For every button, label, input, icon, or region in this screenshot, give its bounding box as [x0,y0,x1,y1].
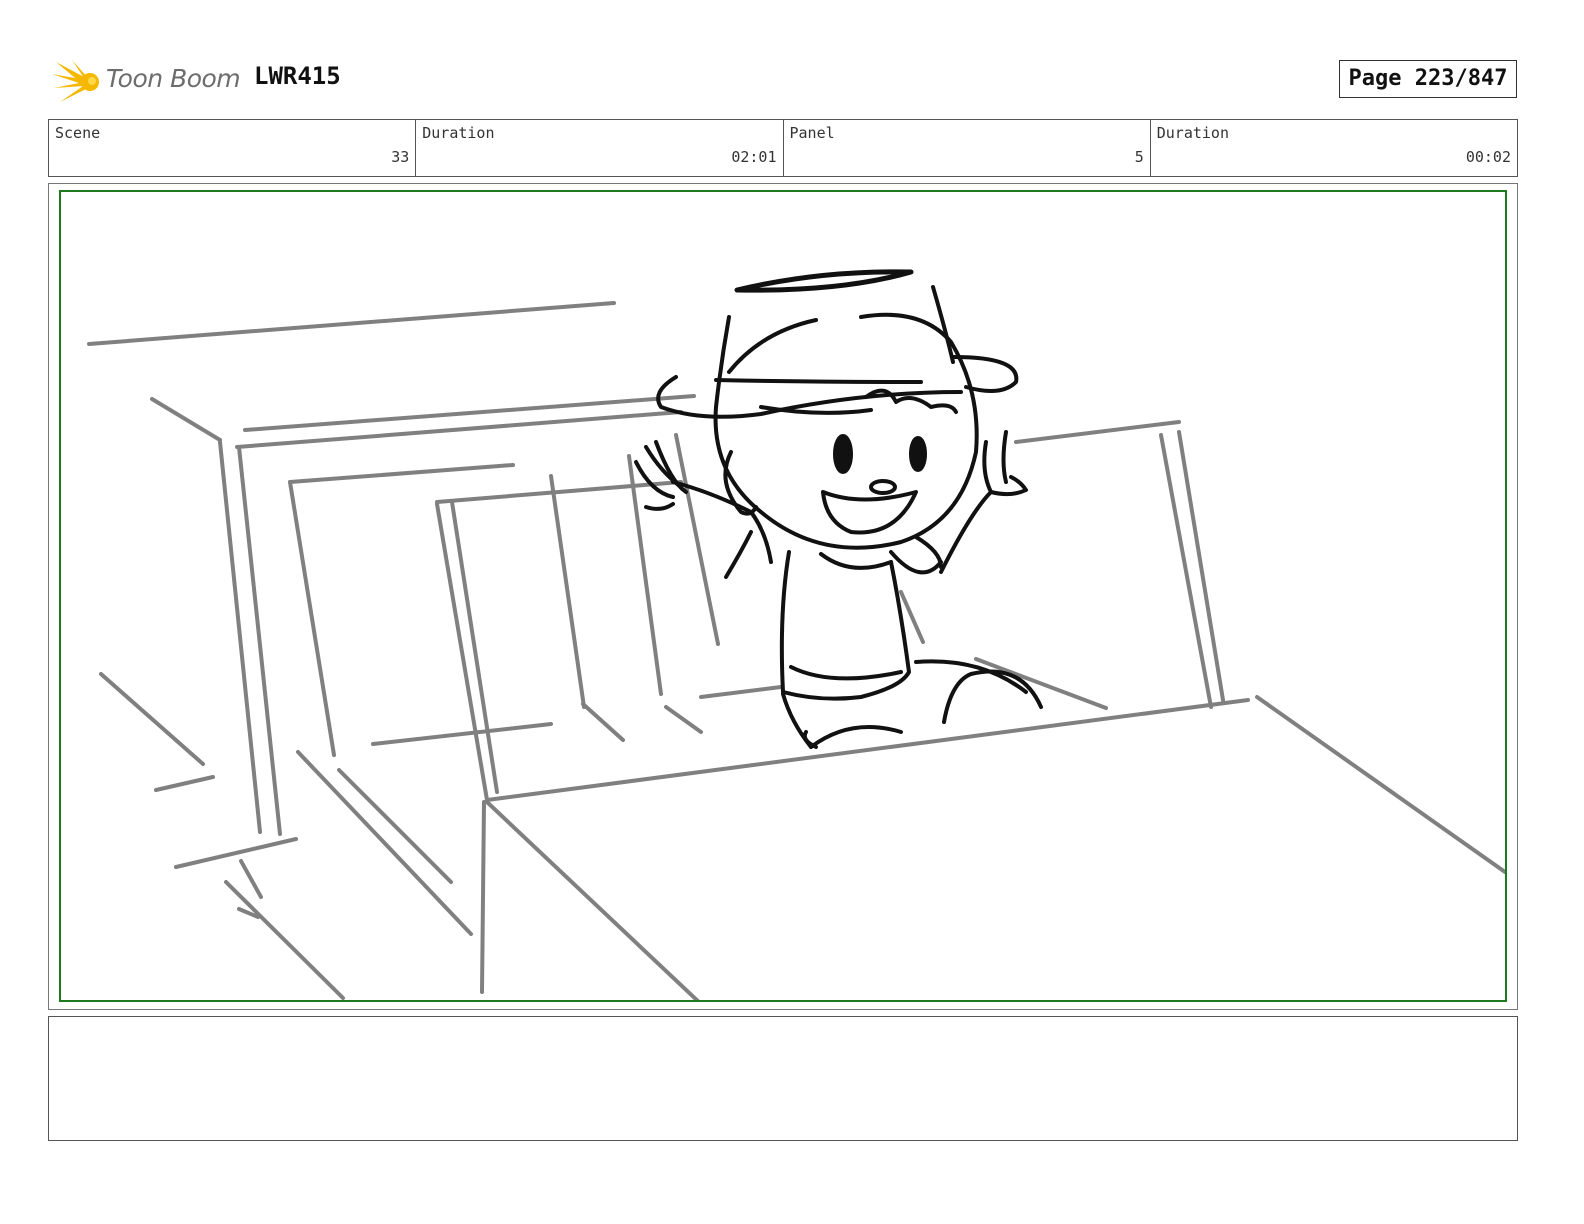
scene-duration-label: Duration [422,124,495,142]
panel-duration-cell: Duration 00:02 [1151,120,1517,176]
scene-value: 33 [391,148,410,166]
project-code: LWR415 [254,62,341,90]
storyboard-sketch [87,269,1505,1000]
scene-duration-cell: Duration 02:01 [416,120,784,176]
toon-boom-logo: Toon Boom [52,56,242,106]
logo-wordmark: Toon Boom [106,64,241,93]
panel-duration-label: Duration [1156,124,1229,142]
scene-label: Scene [55,124,101,142]
starburst-icon [52,60,99,102]
panel-value: 5 [1134,148,1144,166]
character-sketch [634,269,1043,749]
panel-image-frame [59,190,1507,1002]
panel-notes-box [48,1016,1518,1141]
panel-cell: Panel 5 [784,120,1151,176]
scene-info-row: Scene 33 Duration 02:01 Panel 5 Duration… [48,119,1518,177]
page-number: Page 223/847 [1339,60,1517,98]
panel-duration-value: 00:02 [1465,148,1511,166]
panel-label: Panel [789,124,835,142]
scene-cell: Scene 33 [49,120,417,176]
scene-duration-value: 02:01 [731,148,777,166]
